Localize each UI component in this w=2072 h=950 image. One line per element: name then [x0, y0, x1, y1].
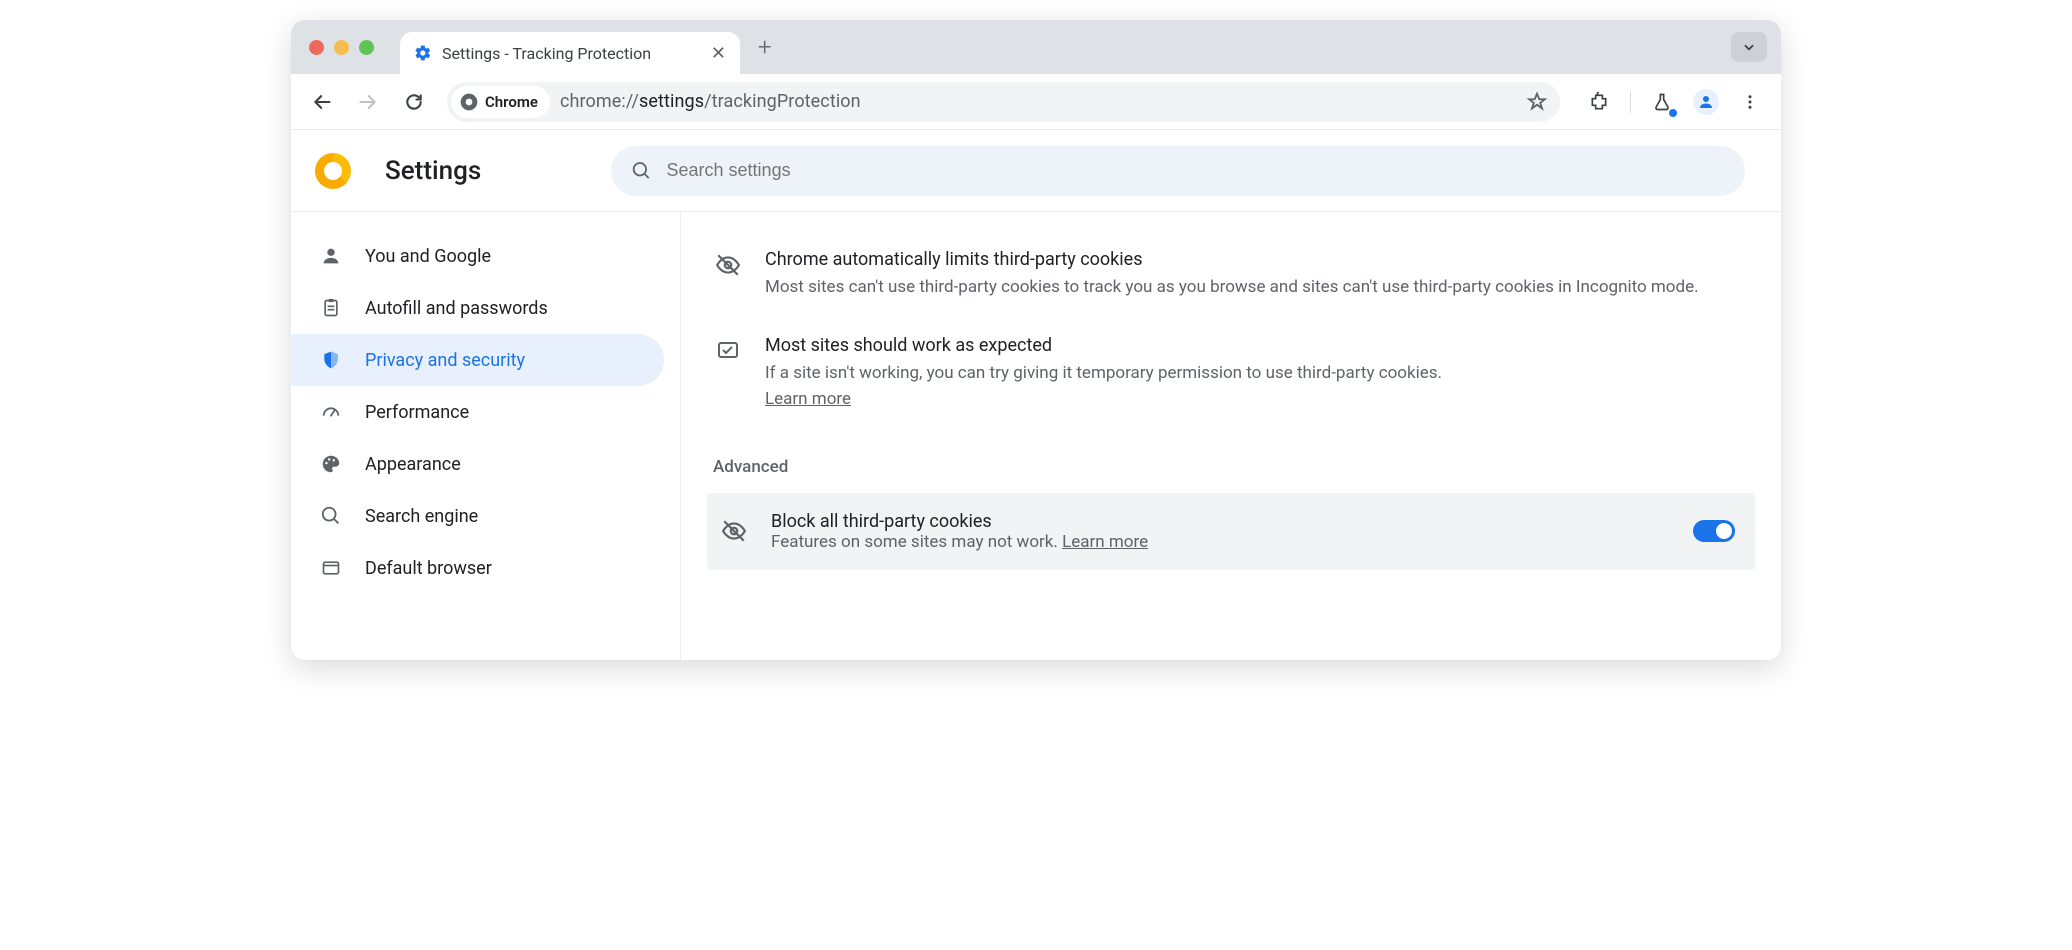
- chrome-logo-icon: [315, 153, 351, 189]
- search-settings-input[interactable]: [667, 160, 1725, 181]
- settings-gear-icon: [414, 44, 432, 62]
- bookmark-button[interactable]: [1526, 91, 1548, 113]
- sidebar-item-label: Performance: [365, 402, 469, 423]
- reload-icon: [404, 92, 424, 112]
- close-window-button[interactable]: [309, 40, 324, 55]
- browser-tab[interactable]: Settings - Tracking Protection ✕: [400, 32, 740, 74]
- forward-button[interactable]: [349, 83, 387, 121]
- extensions-button[interactable]: [1580, 83, 1618, 121]
- advanced-label: Advanced: [713, 457, 1755, 477]
- search-icon: [319, 505, 343, 527]
- tab-title: Settings - Tracking Protection: [442, 44, 699, 63]
- close-tab-icon[interactable]: ✕: [711, 43, 726, 64]
- site-chip-label: Chrome: [485, 93, 538, 111]
- url-text: chrome://settings/trackingProtection: [560, 91, 861, 112]
- notification-dot: [1669, 109, 1677, 117]
- settings-body: You and Google Autofill and passwords Pr…: [291, 212, 1781, 660]
- chevron-down-icon: [1742, 40, 1756, 54]
- sidebar-item-you-and-google[interactable]: You and Google: [291, 230, 664, 282]
- reload-button[interactable]: [395, 83, 433, 121]
- content-area: Chrome automatically limits third-party …: [681, 212, 1781, 660]
- info-row-limit-cookies: Chrome automatically limits third-party …: [707, 234, 1755, 320]
- sidebar-item-label: Appearance: [365, 454, 461, 475]
- star-icon: [1526, 91, 1548, 113]
- search-settings-box[interactable]: [611, 146, 1745, 196]
- sidebar-item-label: Default browser: [365, 558, 492, 579]
- sidebar: You and Google Autofill and passwords Pr…: [291, 212, 681, 660]
- search-icon: [631, 160, 652, 182]
- new-tab-button[interactable]: +: [758, 33, 772, 61]
- chrome-icon: [459, 92, 479, 112]
- maximize-window-button[interactable]: [359, 40, 374, 55]
- speedometer-icon: [319, 401, 343, 423]
- visibility-off-icon: [713, 246, 743, 300]
- sidebar-item-appearance[interactable]: Appearance: [291, 438, 664, 490]
- window-controls: [309, 40, 374, 55]
- site-chip[interactable]: Chrome: [451, 86, 550, 118]
- avatar-icon: [1693, 89, 1719, 115]
- sidebar-item-label: Privacy and security: [365, 350, 525, 371]
- learn-more-link[interactable]: Learn more: [765, 389, 851, 409]
- palette-icon: [319, 453, 343, 475]
- shield-icon: [319, 349, 343, 371]
- visibility-off-icon: [719, 518, 749, 544]
- address-bar[interactable]: Chrome chrome://settings/trackingProtect…: [447, 82, 1560, 122]
- page-title: Settings: [385, 156, 481, 186]
- arrow-right-icon: [358, 92, 378, 112]
- sidebar-item-label: You and Google: [365, 246, 491, 267]
- info-desc: Most sites can't use third-party cookies…: [765, 277, 1699, 297]
- sidebar-item-privacy[interactable]: Privacy and security: [291, 334, 664, 386]
- flask-icon: [1652, 92, 1672, 112]
- person-icon: [319, 245, 343, 267]
- block-all-cookies-row[interactable]: Block all third-party cookies Features o…: [707, 493, 1755, 570]
- more-vert-icon: [1741, 93, 1759, 111]
- puzzle-icon: [1589, 92, 1609, 112]
- toolbar: Chrome chrome://settings/trackingProtect…: [291, 74, 1781, 130]
- info-title: Chrome automatically limits third-party …: [765, 246, 1699, 274]
- sidebar-item-search-engine[interactable]: Search engine: [291, 490, 664, 542]
- sidebar-item-label: Autofill and passwords: [365, 298, 548, 319]
- block-cookies-toggle[interactable]: [1693, 520, 1735, 542]
- sidebar-item-performance[interactable]: Performance: [291, 386, 664, 438]
- card-desc: Features on some sites may not work.: [771, 532, 1062, 552]
- info-desc: If a site isn't working, you can try giv…: [765, 363, 1442, 383]
- clipboard-icon: [319, 297, 343, 319]
- card-title: Block all third-party cookies: [771, 511, 1148, 532]
- info-title: Most sites should work as expected: [765, 332, 1442, 360]
- browser-window: Settings - Tracking Protection ✕ + Chrom…: [291, 20, 1781, 660]
- minimize-window-button[interactable]: [334, 40, 349, 55]
- tab-overflow-button[interactable]: [1731, 32, 1767, 62]
- tab-bar: Settings - Tracking Protection ✕ +: [291, 20, 1781, 74]
- browser-icon: [319, 558, 343, 578]
- sidebar-item-default-browser[interactable]: Default browser: [291, 542, 664, 594]
- checkbox-icon: [713, 332, 743, 413]
- back-button[interactable]: [303, 83, 341, 121]
- labs-button[interactable]: [1643, 83, 1681, 121]
- toolbar-actions: [1580, 83, 1769, 121]
- settings-header: Settings: [291, 130, 1781, 212]
- info-row-sites-work: Most sites should work as expected If a …: [707, 320, 1755, 433]
- sidebar-item-autofill[interactable]: Autofill and passwords: [291, 282, 664, 334]
- learn-more-link[interactable]: Learn more: [1062, 532, 1148, 552]
- arrow-left-icon: [312, 92, 332, 112]
- profile-button[interactable]: [1687, 83, 1725, 121]
- overflow-menu-button[interactable]: [1731, 83, 1769, 121]
- separator: [1630, 91, 1631, 113]
- sidebar-item-label: Search engine: [365, 506, 478, 527]
